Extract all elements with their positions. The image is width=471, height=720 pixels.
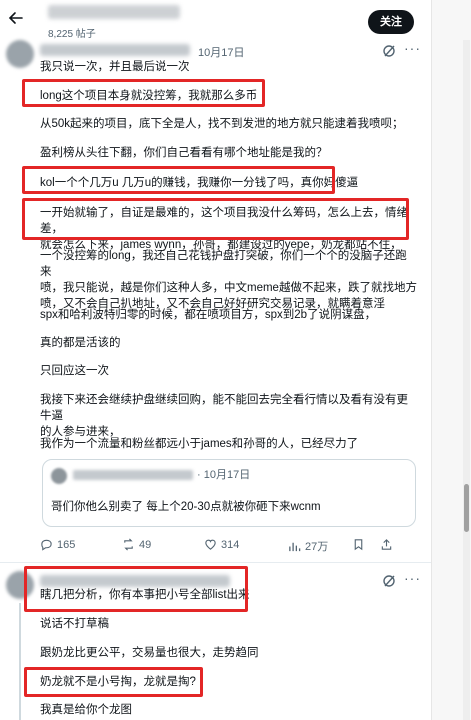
tweet-paragraph: 我真是给你个龙图: [40, 704, 132, 716]
highlight-box: [22, 166, 335, 194]
tweet-paragraph: 我作为一个流量和粉丝都远小于james和孙哥的人，已经尽力了: [40, 438, 359, 450]
reply-count: 165: [57, 538, 76, 551]
avatar[interactable]: [6, 40, 34, 68]
share-icon: [381, 539, 392, 550]
more-icon[interactable]: ···: [404, 40, 421, 56]
thread-line: [19, 603, 21, 720]
quoted-avatar: [51, 468, 67, 484]
heart-icon: [205, 539, 216, 550]
like-button[interactable]: 314: [204, 538, 239, 551]
quoted-tweet[interactable]: · 10月17日 哥们你他么别卖了 每上个20-30点就被你砸下来wcnm: [42, 459, 416, 527]
tweet-paragraph: spx和哈利波特归零的时候，都在喷项目方，spx到2b了说阴谋盘，: [40, 309, 377, 321]
scrollbar[interactable]: [463, 40, 470, 720]
scrollbar-thumb[interactable]: [464, 484, 469, 532]
tweet-paragraph: 从50k起来的项目，底下全是人，找不到发泄的地方就只能逮着我喷呗；: [40, 118, 404, 130]
tweet-paragraph: 我接下来还会继续护盘继续回购，能不能回去完全看行情以及看有没有更牛逼 的人参与进…: [40, 394, 408, 438]
quoted-author-redacted: [73, 470, 193, 480]
tweet-paragraph: 盈利榜从头往下翻，你们自己看看有哪个地址能是我的？: [40, 147, 328, 159]
quoted-date: · 10月17日: [197, 469, 251, 481]
tweet-paragraph: 只回应这一次: [40, 365, 109, 377]
grok-icon[interactable]: [382, 574, 396, 588]
divider: [0, 562, 431, 563]
reply-icon: [41, 539, 52, 551]
top-bar: 8,225 帖子 关注: [0, 0, 471, 40]
highlight-box: [24, 667, 203, 697]
tweet-paragraph: 一个没控筹的long，我还自己花钱护盘打突破，你们一个个的没脑子还跑来 喷，我只…: [40, 250, 417, 310]
highlight-box: [24, 566, 248, 612]
more-icon[interactable]: ···: [404, 570, 421, 586]
view-count: 27万: [305, 541, 329, 553]
tweet-date[interactable]: 10月17日: [198, 44, 244, 60]
share-button[interactable]: [380, 538, 393, 551]
bookmark-icon: [354, 539, 363, 551]
quoted-text: 哥们你他么别卖了 每上个20-30点就被你砸下来wcnm: [51, 501, 321, 513]
profile-name-redacted: [48, 5, 180, 19]
views-icon: [289, 542, 301, 551]
repost-count: 49: [139, 538, 152, 551]
tweet-paragraph: 说话不打草稿: [40, 618, 109, 630]
like-count: 314: [221, 538, 240, 551]
highlight-box: [22, 79, 265, 107]
repost-button[interactable]: 49: [122, 538, 151, 551]
tweet-paragraph: 跟奶龙比更公平，交易量也很大，走势趋同: [40, 647, 259, 659]
grok-icon[interactable]: [382, 44, 396, 58]
highlight-box: [22, 198, 409, 240]
tweet-paragraph: 我只说一次，并且最后说一次: [40, 61, 190, 73]
reply-button[interactable]: 165: [40, 538, 75, 551]
bookmark-button[interactable]: [352, 538, 365, 551]
repost-icon: [124, 538, 133, 551]
follow-button[interactable]: 关注: [368, 10, 414, 34]
tweet-paragraph: 真的都是活该的: [40, 337, 121, 349]
arrow-left-icon[interactable]: [8, 10, 24, 26]
views-button[interactable]: 27万: [288, 538, 328, 554]
action-bar: 165 49 314 27万: [40, 538, 420, 554]
author-name-redacted[interactable]: [40, 44, 190, 56]
